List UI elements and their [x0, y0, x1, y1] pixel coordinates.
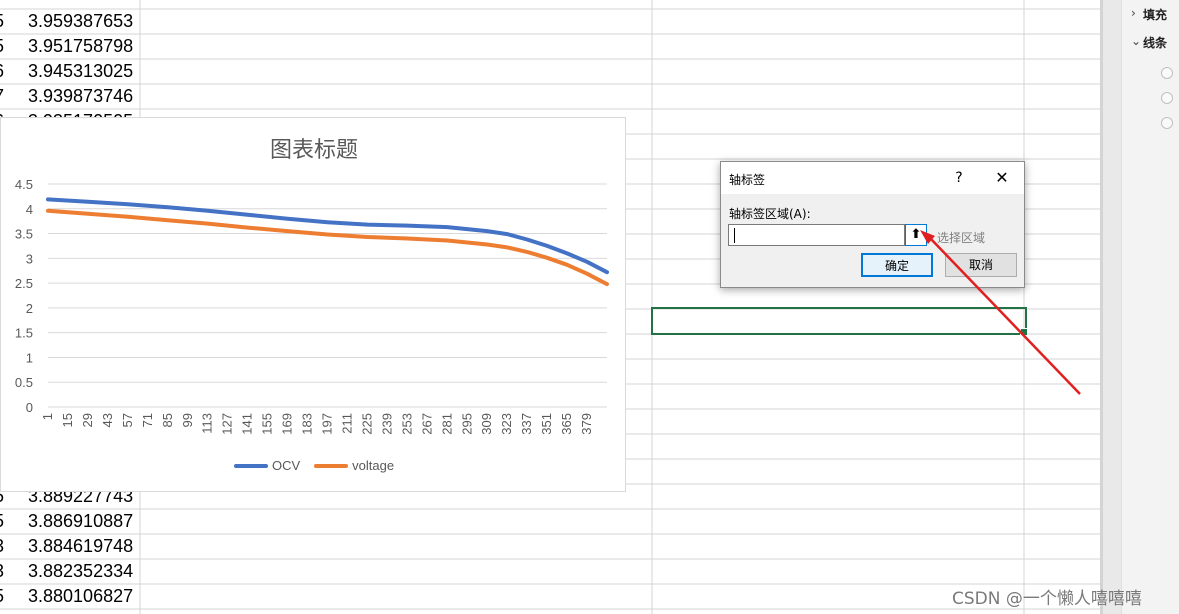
- y-tick-label: 1: [26, 350, 33, 365]
- axis-label-range-label: 轴标签区域(A):: [729, 207, 811, 221]
- cell-value[interactable]: 3.886910887: [28, 509, 140, 534]
- x-tick-label: 225: [359, 413, 374, 435]
- ok-button[interactable]: 确定: [861, 253, 933, 277]
- x-tick-label: 57: [120, 413, 135, 427]
- chevron-right-icon: ›: [1131, 6, 1136, 20]
- row-number-cell[interactable]: 5: [0, 34, 8, 59]
- y-tick-label: 2: [26, 301, 33, 316]
- cell-value[interactable]: 3.939873746: [28, 84, 140, 109]
- chart-legend[interactable]: OCV voltage: [234, 458, 394, 473]
- y-tick-label: 3.5: [15, 227, 33, 242]
- legend-item-ocv[interactable]: OCV: [234, 458, 300, 473]
- y-tick-label: 0: [26, 400, 33, 415]
- x-tick-label: 337: [519, 413, 534, 435]
- select-range-hint: 选择区域: [937, 231, 986, 245]
- text-caret: [734, 228, 735, 243]
- legend-swatch: [314, 463, 349, 468]
- legend-item-voltage[interactable]: voltage: [314, 458, 394, 473]
- watermark: CSDN @一个懒人嘻嘻嘻: [952, 589, 1142, 609]
- help-button[interactable]: ?: [949, 167, 969, 189]
- row-number-cell[interactable]: 3: [0, 534, 8, 559]
- pane-item-label: 填充: [1143, 8, 1168, 22]
- close-button[interactable]: ✕: [991, 167, 1013, 189]
- x-tick-label: 267: [419, 413, 434, 435]
- x-tick-label: 239: [379, 413, 394, 435]
- collapse-dialog-button[interactable]: ⬆: [905, 224, 927, 246]
- dialog-title: 轴标签: [729, 173, 766, 187]
- x-tick-label: 127: [220, 413, 235, 435]
- x-tick-label: 253: [399, 413, 414, 435]
- x-tick-label: 365: [559, 413, 574, 435]
- x-tick-label: 281: [439, 413, 454, 435]
- y-tick-label: 4: [26, 202, 33, 217]
- row-number-cell[interactable]: 6: [0, 59, 8, 84]
- cancel-button[interactable]: 取消: [945, 253, 1017, 277]
- pane-radio-option[interactable]: [1161, 92, 1173, 104]
- x-tick-label: 197: [320, 413, 335, 435]
- x-tick-label: 71: [140, 413, 155, 427]
- selected-cell[interactable]: [651, 307, 1027, 335]
- pane-scrollbar[interactable]: [1103, 0, 1122, 614]
- x-tick-label: 295: [459, 413, 474, 435]
- cell-value[interactable]: 3.880106827: [28, 584, 140, 609]
- x-tick-label: 43: [100, 413, 115, 427]
- row-number-cell[interactable]: 3: [0, 559, 8, 584]
- y-tick-label: 2.5: [15, 276, 33, 291]
- x-tick-label: 99: [180, 413, 195, 427]
- axis-label-dialog: 轴标签 ? ✕ 轴标签区域(A): ⬆ 选择区域 确定 取消: [720, 161, 1025, 288]
- x-tick-label: 323: [499, 413, 514, 435]
- x-tick-label: 379: [579, 413, 594, 435]
- pane-item-fill[interactable]: › 填充: [1131, 6, 1168, 23]
- row-number-cell[interactable]: 5: [0, 584, 8, 609]
- x-tick-label: 1: [40, 413, 55, 420]
- x-tick-label: 309: [479, 413, 494, 435]
- row-number-cell[interactable]: 5: [0, 509, 8, 534]
- pane-item-label: 线条: [1143, 36, 1168, 50]
- pane-radio-option[interactable]: [1161, 117, 1173, 129]
- x-tick-label: 85: [160, 413, 175, 427]
- cell-value[interactable]: 3.945313025: [28, 59, 140, 84]
- axis-label-range-input[interactable]: [728, 224, 905, 246]
- fill-handle[interactable]: [1020, 328, 1028, 336]
- legend-swatch: [234, 463, 268, 468]
- row-number-cell[interactable]: 7: [0, 84, 8, 109]
- legend-label: voltage: [352, 458, 395, 473]
- x-tick-label: 211: [339, 413, 354, 434]
- dialog-titlebar[interactable]: 轴标签 ? ✕: [721, 162, 1024, 194]
- y-tick-label: 3: [26, 251, 33, 266]
- y-tick-label: 1.5: [15, 326, 33, 341]
- y-tick-label: 4.5: [15, 177, 33, 192]
- x-tick-label: 351: [539, 413, 554, 435]
- x-tick-label: 141: [240, 413, 255, 435]
- cell-value[interactable]: 3.882352334: [28, 559, 140, 584]
- row-number-cell[interactable]: 5: [0, 9, 8, 34]
- x-tick-label: 155: [260, 413, 275, 435]
- upload-arrow-icon: ⬆: [910, 227, 922, 242]
- cell-value[interactable]: 3.884619748: [28, 534, 140, 559]
- x-tick-label: 113: [200, 413, 215, 434]
- x-tick-label: 29: [80, 413, 95, 427]
- x-tick-label: 169: [280, 413, 295, 435]
- chart-plot-area[interactable]: 0 0.5 1 1.5 2 2.5 3 3.5 4 4.5 1 15 29 43 57 71 85 99 113 12…: [1, 118, 627, 493]
- cell-value[interactable]: 3.959387653: [28, 9, 140, 34]
- cell-value[interactable]: 3.951758798: [28, 34, 140, 59]
- legend-label: OCV: [272, 458, 301, 473]
- x-tick-label: 183: [300, 413, 315, 435]
- x-tick-label: 15: [60, 413, 75, 427]
- pane-item-line[interactable]: ⌄ 线条: [1131, 34, 1168, 51]
- chevron-down-icon: ⌄: [1131, 34, 1142, 48]
- y-tick-label: 0.5: [15, 375, 33, 390]
- pane-radio-option[interactable]: [1161, 67, 1173, 79]
- line-chart[interactable]: 图表标题 0 0.5 1 1.5 2 2.5 3 3.5 4 4.5 1 15 29 43 57 71 85 99…: [0, 117, 626, 492]
- format-pane: › 填充 ⌄ 线条: [1103, 0, 1179, 614]
